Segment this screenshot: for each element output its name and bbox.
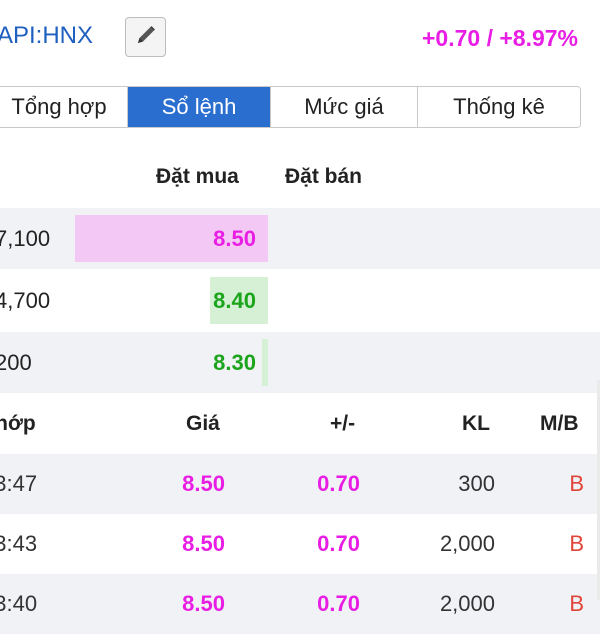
bid-volume: 7,100 — [0, 226, 51, 251]
tab-bar: Tổng hợp Sổ lệnh Mức giá Thống kê — [0, 86, 581, 128]
bid-price: 8.50 — [213, 226, 256, 251]
trade-time: 23:43 — [0, 531, 38, 556]
trade-change: 0.70 — [317, 531, 360, 556]
ask-header: Đặt bán — [285, 165, 363, 188]
price-header: Giá — [186, 412, 220, 435]
order-book-row[interactable]: 4,700 8.40 — [0, 270, 600, 331]
trade-side: B — [569, 531, 584, 556]
trade-row[interactable]: 23:43 8.50 0.70 2,000 B — [0, 514, 600, 574]
bid-price: 8.30 — [213, 350, 256, 375]
time-header: Khớp — [0, 412, 36, 435]
side-header: M/B — [540, 412, 579, 435]
trade-time: 23:40 — [0, 591, 38, 616]
trade-change: 0.70 — [317, 591, 360, 616]
trade-price: 8.50 — [182, 591, 225, 616]
trade-volume: 2,000 — [439, 591, 495, 616]
trade-row[interactable]: 23:40 8.50 0.70 2,000 B — [0, 574, 600, 634]
trade-price: 8.50 — [182, 531, 225, 556]
trade-volume: 300 — [458, 471, 495, 496]
trade-side: B — [569, 591, 584, 616]
trade-time: 23:47 — [0, 471, 38, 496]
tab-order-book[interactable]: Sổ lệnh — [128, 87, 271, 127]
trade-side: B — [569, 471, 584, 496]
change-header: +/- — [330, 412, 356, 435]
trade-row[interactable]: 23:47 8.50 0.70 300 B — [0, 454, 600, 514]
volume-header: KL — [462, 412, 490, 435]
bid-volume-bar — [262, 339, 268, 386]
edit-button[interactable] — [125, 17, 166, 57]
trade-price: 8.50 — [182, 471, 225, 496]
tab-statistics[interactable]: Thống kê — [418, 87, 580, 127]
ticker-label: API:HNX — [0, 22, 94, 49]
order-book-row[interactable]: 200 8.30 — [0, 332, 600, 393]
bid-volume: 200 — [0, 350, 32, 375]
tab-summary[interactable]: Tổng hợp — [0, 87, 128, 127]
trade-change: 0.70 — [317, 471, 360, 496]
pencil-icon — [135, 24, 157, 51]
bid-volume: 4,700 — [0, 288, 51, 313]
price-change: +0.70 / +8.97% — [421, 25, 578, 51]
order-book-row[interactable]: 7,100 8.50 — [0, 208, 600, 269]
bid-price: 8.40 — [213, 288, 256, 313]
tab-price-levels[interactable]: Mức giá — [271, 87, 418, 127]
trade-volume: 2,000 — [439, 531, 495, 556]
bid-header: Đặt mua — [156, 165, 239, 188]
